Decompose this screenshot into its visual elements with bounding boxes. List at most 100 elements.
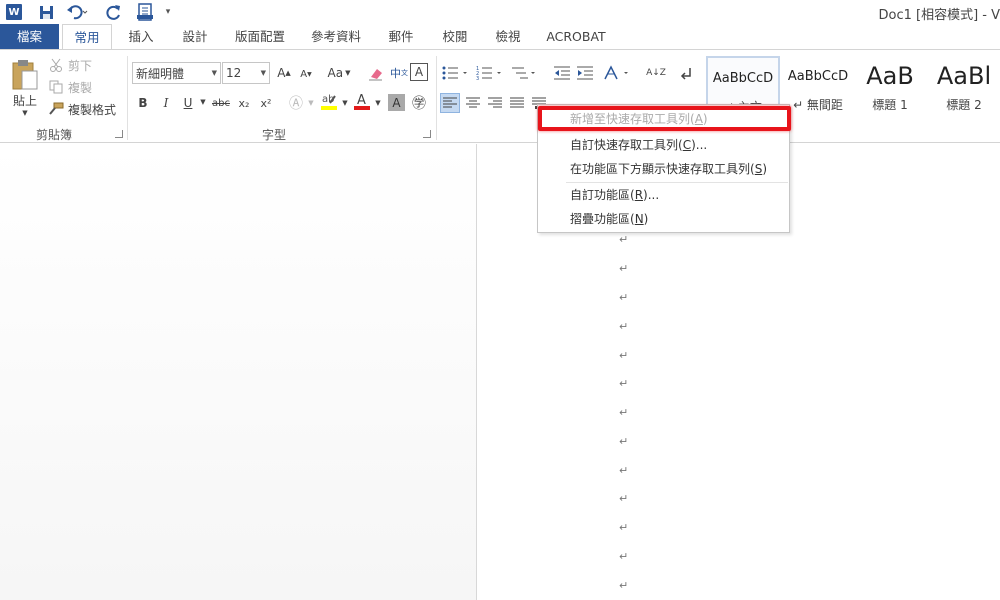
superscript-button[interactable]: x² [256,93,276,113]
tab-view[interactable]: 檢視 [489,24,527,50]
paragraph-mark: ↵ [619,406,629,419]
format-painter-label: 複製格式 [68,102,117,117]
font-size-select[interactable]: 12 ▼ [222,62,270,84]
menu-item-show-qat-below[interactable]: 在功能區下方顯示快速存取工具列(S) [538,157,789,181]
group-divider [436,56,437,140]
paintbrush-icon [48,101,64,117]
paragraph-mark: ↵ [619,349,629,362]
show-marks-icon[interactable] [676,63,696,83]
redo-icon[interactable] [106,3,122,21]
increase-indent-icon[interactable] [575,63,595,83]
grow-font-button[interactable]: A ▲ [274,63,294,83]
bold-button[interactable]: B [133,93,153,113]
justify-icon[interactable] [507,93,527,113]
qat-customize-dropdown-icon[interactable]: ▾ [162,3,174,21]
paragraph-mark: ↵ [619,291,629,304]
tab-home[interactable]: 常用 [62,24,112,51]
chevron-down-icon: ▼ [211,69,217,77]
tab-references[interactable]: 參考資料 [306,24,366,50]
underline-button[interactable]: U [178,93,198,113]
scissors-icon [48,57,64,73]
style-heading-2[interactable]: AaBl 標題 2 [928,56,1000,122]
window-title: Doc1 [相容模式] - V [878,8,1000,23]
chevron-down-icon: ▼ [260,69,266,77]
highlight-dropdown-icon[interactable]: ▼ [340,96,350,110]
bullets-icon[interactable] [442,63,470,83]
italic-button[interactable]: I [156,93,176,113]
tab-review[interactable]: 校閱 [436,24,474,50]
paragraph-mark: ↵ [619,464,629,477]
paste-dropdown-icon[interactable]: ▼ [20,108,30,118]
multilevel-list-icon[interactable] [510,63,538,83]
cut-label: 剪下 [68,58,93,73]
clear-formatting-icon[interactable] [366,63,386,83]
red-highlight-annotation [538,106,791,131]
paragraph-mark: ↵ [619,579,629,592]
font-name-select[interactable]: 新細明體 ▼ [132,62,221,84]
text-effects-dropdown-icon[interactable]: ▼ [306,96,316,110]
asian-layout-icon[interactable] [603,63,631,83]
numbering-icon[interactable]: 123 [476,63,504,83]
tab-design[interactable]: 設計 [176,24,214,50]
font-color-dropdown-icon[interactable]: ▼ [373,96,383,110]
paste-icon[interactable] [10,58,40,92]
tab-insert[interactable]: 插入 [122,24,160,50]
tab-file[interactable]: 檔案 [0,24,59,50]
copy-button[interactable]: 複製 [48,78,92,96]
style-name: 標題 2 [946,98,982,112]
tab-mailings[interactable]: 郵件 [382,24,420,50]
undo-icon[interactable] [66,3,88,21]
character-border-icon[interactable]: A [410,63,428,81]
font-size-value: 12 [226,66,242,80]
decrease-indent-icon[interactable] [552,63,572,83]
character-shading-icon[interactable]: A [388,94,405,111]
quick-print-icon[interactable] [136,3,154,21]
highlight-color-icon[interactable]: ab [319,91,339,111]
menu-item-customize-ribbon[interactable]: 自訂功能區(R)... [538,183,789,207]
text-effects-icon[interactable]: Ⓐ [286,93,306,113]
paragraph-mark: ↵ [619,550,629,563]
change-case-button[interactable]: Aa ▼ [324,63,354,83]
style-name: ↵ 無間距 [793,98,843,112]
paragraph-mark: ↵ [619,320,629,333]
font-launcher-icon[interactable] [423,130,431,138]
paragraph-mark: ↵ [619,233,629,246]
align-center-icon[interactable] [463,93,483,113]
underline-dropdown-icon[interactable]: ▼ [198,95,208,109]
save-icon[interactable] [38,3,54,21]
paragraph-mark: ↵ [619,262,629,275]
style-no-spacing[interactable]: AaBbCcD ↵ 無間距 [782,56,854,122]
enclose-characters-icon[interactable]: ㊫ [409,93,429,113]
style-sample: AaBbCcD [787,68,849,84]
group-divider [127,56,128,140]
tab-acrobat[interactable]: ACROBAT [543,24,609,50]
menu-item-collapse-ribbon[interactable]: 摺疊功能區(N) [538,207,789,231]
copy-icon [48,79,64,95]
menu-item-customize-qat[interactable]: 自訂快速存取工具列(C)... [538,133,789,157]
svg-text:3: 3 [476,76,479,81]
paragraph-mark: ↵ [619,521,629,534]
clipboard-group-label: 剪貼簿 [36,128,73,142]
sort-icon[interactable]: A↓Z [646,63,666,83]
paste-button[interactable]: 貼上 [10,92,40,108]
subscript-button[interactable]: x₂ [234,93,254,113]
word-logo-icon[interactable]: W [6,4,22,20]
clipboard-launcher-icon[interactable] [115,130,123,138]
strikethrough-button[interactable]: abc [210,93,232,113]
font-name-value: 新細明體 [136,66,185,81]
format-painter-button[interactable]: 複製格式 [48,100,116,118]
phonetic-guide-icon[interactable]: 中文 [389,63,409,83]
tab-layout[interactable]: 版面配置 [230,24,290,50]
style-sample: AaBbCcD [712,70,774,86]
font-group-label: 字型 [262,128,287,142]
cut-button[interactable]: 剪下 [48,56,92,74]
shrink-font-button[interactable]: A ▼ [296,64,316,84]
style-name: 標題 1 [872,98,908,112]
title-bar: W ▾ Doc1 [相容模式] - V [0,0,1000,24]
align-right-icon[interactable] [485,93,505,113]
paragraph-mark: ↵ [619,435,629,448]
style-heading-1[interactable]: AaB 標題 1 [856,56,924,122]
paragraph-mark: ↵ [619,492,629,505]
font-color-icon[interactable]: A [352,91,372,111]
align-left-icon[interactable] [440,93,460,113]
